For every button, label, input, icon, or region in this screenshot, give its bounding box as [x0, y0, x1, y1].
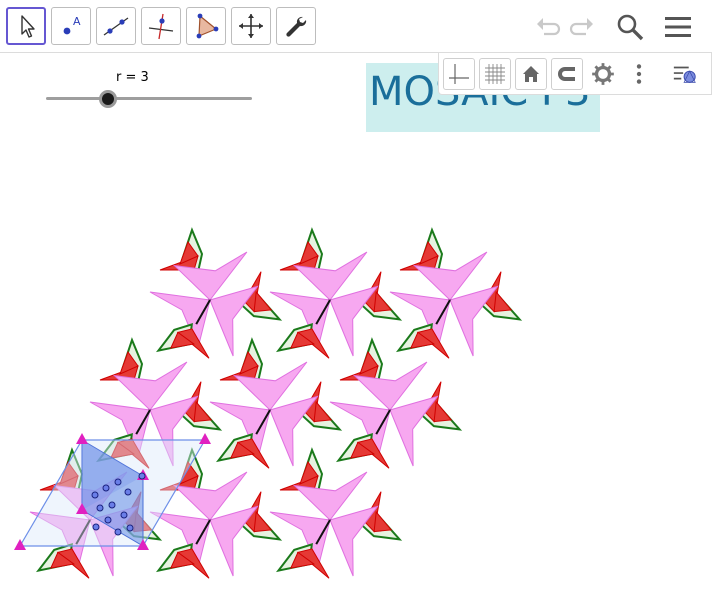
slider-track[interactable] [46, 97, 252, 100]
control-point [120, 511, 128, 519]
redo-icon [569, 18, 593, 36]
geogebra-app: A r = 3 [0, 0, 712, 590]
point-a-icon: A [63, 15, 81, 35]
style-bar-toggle-icon [673, 66, 696, 83]
perpendicular-tool-button[interactable] [141, 7, 181, 45]
red-triangle [433, 400, 453, 423]
control-point [104, 516, 112, 524]
polygon-tool-button[interactable] [186, 7, 226, 45]
graphics-view-canvas[interactable] [0, 130, 712, 590]
undo-button[interactable] [530, 10, 564, 44]
control-point [102, 484, 110, 492]
redo-button[interactable] [566, 10, 600, 44]
grid-icon [485, 64, 505, 84]
red-triangle [253, 510, 273, 533]
move-cross-icon [239, 14, 263, 38]
control-point [126, 524, 134, 532]
red-triangle [313, 400, 333, 423]
main-toolbar: A [0, 0, 712, 53]
red-triangle [373, 510, 393, 533]
hamburger-menu-icon [665, 17, 691, 37]
red-triangle [253, 290, 273, 313]
control-point [91, 491, 99, 499]
line-icon [103, 17, 129, 36]
point-capturing-button[interactable] [551, 58, 583, 90]
control-point [124, 488, 132, 496]
r-slider[interactable]: r = 3 [44, 68, 254, 108]
magnet-icon [558, 67, 575, 81]
control-point [114, 528, 122, 536]
tools-button[interactable] [276, 7, 316, 45]
home-icon [523, 66, 539, 82]
red-triangle [493, 290, 513, 313]
axes-icon [449, 64, 469, 84]
slider-label: r = 3 [116, 70, 149, 85]
control-point [96, 504, 104, 512]
axes-toggle-button[interactable] [443, 58, 475, 90]
grid-toggle-button[interactable] [479, 58, 511, 90]
point-tool-button[interactable]: A [51, 7, 91, 45]
rotation-center-marker [199, 433, 211, 444]
svg-text:A: A [73, 15, 81, 28]
control-point [92, 523, 100, 531]
main-menu-button[interactable] [661, 10, 695, 44]
search-button[interactable] [613, 10, 647, 44]
control-point [108, 501, 116, 509]
style-bar-toggle-button[interactable] [669, 58, 701, 90]
perpendicular-line-icon [148, 13, 174, 40]
more-options-button[interactable] [623, 58, 655, 90]
control-point [114, 478, 122, 486]
undo-icon [537, 18, 561, 36]
red-triangle [373, 290, 393, 313]
rotation-center-marker [76, 433, 88, 444]
move-tool-button[interactable] [6, 7, 46, 45]
red-triangle [193, 400, 213, 423]
graphics-settings-button[interactable] [587, 58, 619, 90]
gear-icon [592, 63, 614, 85]
search-icon [617, 14, 644, 41]
slider-knob[interactable] [98, 90, 117, 108]
more-vertical-icon [636, 64, 642, 84]
control-point [138, 472, 146, 480]
standard-view-button[interactable] [515, 58, 547, 90]
line-tool-button[interactable] [96, 7, 136, 45]
polygon-icon [196, 13, 219, 39]
wrench-icon [286, 16, 307, 37]
move-graphics-tool-button[interactable] [231, 7, 271, 45]
graphics-style-bar [438, 53, 712, 95]
arrow-pointer-icon [21, 15, 35, 38]
